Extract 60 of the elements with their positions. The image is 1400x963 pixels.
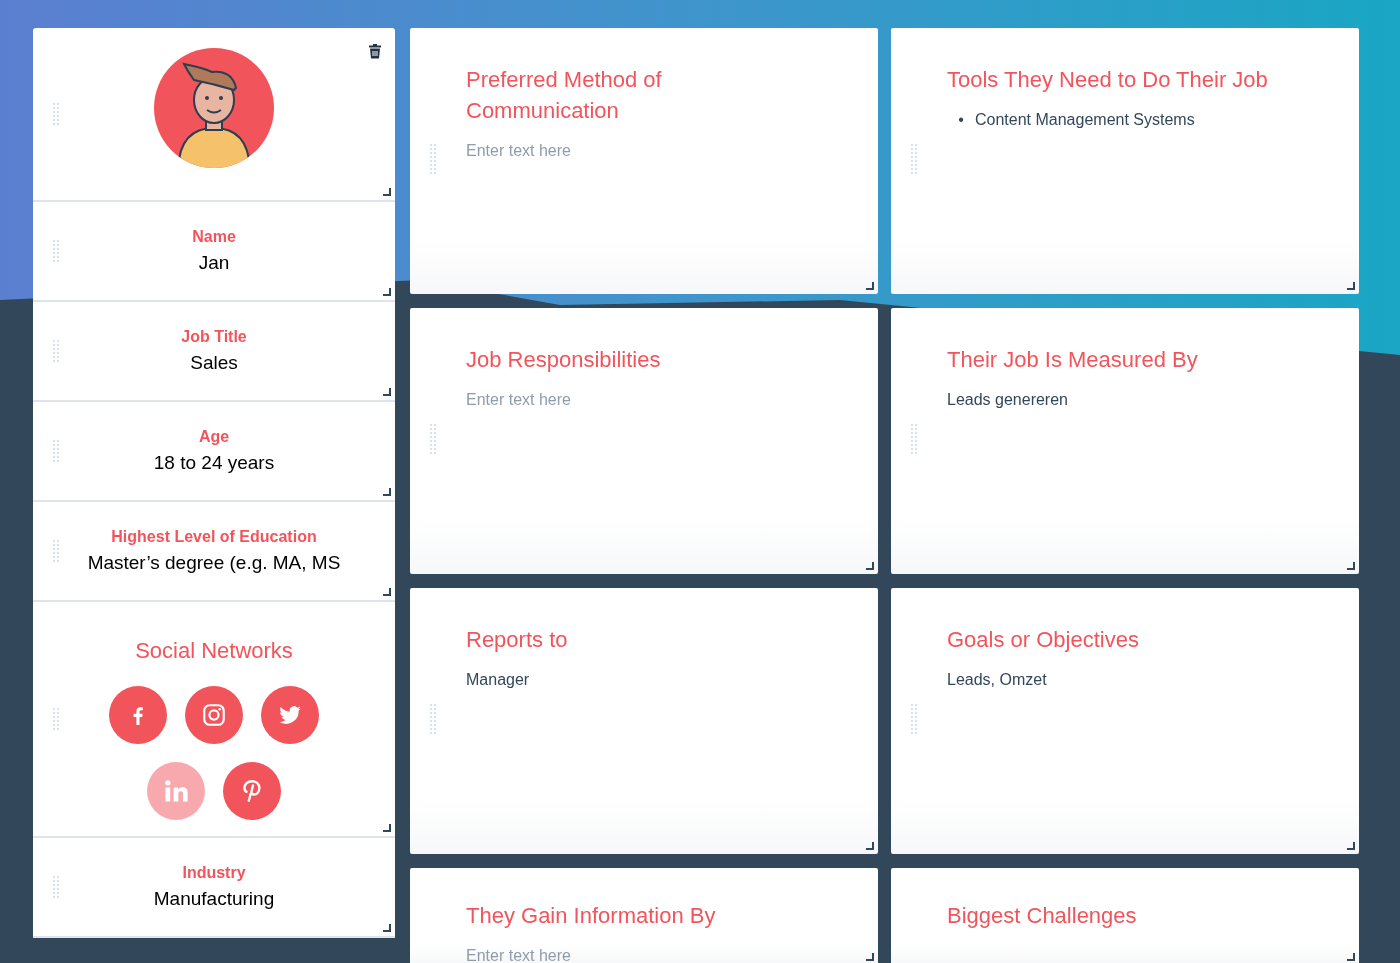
text-field[interactable]: Manager	[466, 671, 766, 689]
text-field[interactable]: Leads, Omzet	[947, 671, 1247, 689]
card-title: Biggest Challenges	[947, 902, 1138, 930]
field-value: Jan	[198, 252, 230, 274]
text-field[interactable]: Enter text here	[466, 391, 766, 409]
card-title: Goals or Objectives	[947, 626, 1140, 654]
drag-handle-icon[interactable]	[911, 144, 917, 174]
resize-handle-icon[interactable]	[866, 282, 874, 290]
bullet: •	[957, 111, 965, 129]
instagram-icon[interactable]	[185, 686, 243, 744]
field-label: Name	[192, 228, 236, 246]
card-title: Their Job Is Measured By	[947, 346, 1199, 374]
drag-handle-icon[interactable]	[430, 704, 436, 734]
resize-handle-icon[interactable]	[383, 824, 391, 832]
drag-handle-icon[interactable]	[911, 424, 917, 454]
drag-handle-icon[interactable]	[53, 440, 59, 462]
drag-handle-icon[interactable]	[911, 704, 917, 734]
field-label: Industry	[182, 864, 246, 882]
resize-handle-icon[interactable]	[866, 562, 874, 570]
twitter-icon[interactable]	[261, 686, 319, 744]
field-value: Manufacturing	[153, 888, 275, 910]
resize-handle-icon[interactable]	[866, 953, 874, 961]
resize-handle-icon[interactable]	[383, 188, 391, 196]
list-item: Content Management Systems	[975, 111, 1195, 128]
trash-icon[interactable]	[368, 43, 382, 59]
drag-handle-icon[interactable]	[53, 103, 59, 125]
drag-handle-icon[interactable]	[53, 540, 59, 562]
resize-handle-icon[interactable]	[1347, 562, 1355, 570]
drag-handle-icon[interactable]	[53, 340, 59, 362]
card-title: Job Responsibilities	[466, 346, 662, 374]
card-title: Tools They Need to Do Their Job	[947, 66, 1269, 94]
field-value: 18 to 24 years	[153, 452, 275, 474]
text-field[interactable]: Enter text here	[466, 947, 766, 963]
resize-handle-icon[interactable]	[1347, 842, 1355, 850]
field-value: Sales	[190, 352, 238, 374]
text-field[interactable]: Enter text here	[466, 142, 766, 160]
resize-handle-icon[interactable]	[383, 388, 391, 396]
card-title: Preferred Method of Communication	[466, 66, 663, 125]
resize-handle-icon[interactable]	[1347, 953, 1355, 961]
resize-handle-icon[interactable]	[383, 288, 391, 296]
resize-handle-icon[interactable]	[383, 924, 391, 932]
drag-handle-icon[interactable]	[53, 708, 59, 730]
drag-handle-icon[interactable]	[53, 240, 59, 262]
drag-handle-icon[interactable]	[430, 424, 436, 454]
field-label: Age	[198, 428, 230, 446]
card-title: They Gain Information By	[466, 902, 717, 930]
resize-handle-icon[interactable]	[866, 842, 874, 850]
pinterest-icon[interactable]	[223, 762, 281, 820]
resize-handle-icon[interactable]	[383, 588, 391, 596]
drag-handle-icon[interactable]	[53, 876, 59, 898]
facebook-icon[interactable]	[109, 686, 167, 744]
drag-handle-icon[interactable]	[430, 144, 436, 174]
field-label: Highest Level of Education	[111, 528, 317, 546]
text-field[interactable]: Leads genereren	[947, 391, 1247, 409]
section-title: Social Networks	[135, 638, 293, 664]
field-label: Job Title	[181, 328, 247, 346]
resize-handle-icon[interactable]	[383, 488, 391, 496]
card-title: Reports to	[466, 626, 569, 654]
field-value: Master’s degree (e.g. MA, MS	[87, 552, 341, 574]
resize-handle-icon[interactable]	[1347, 282, 1355, 290]
